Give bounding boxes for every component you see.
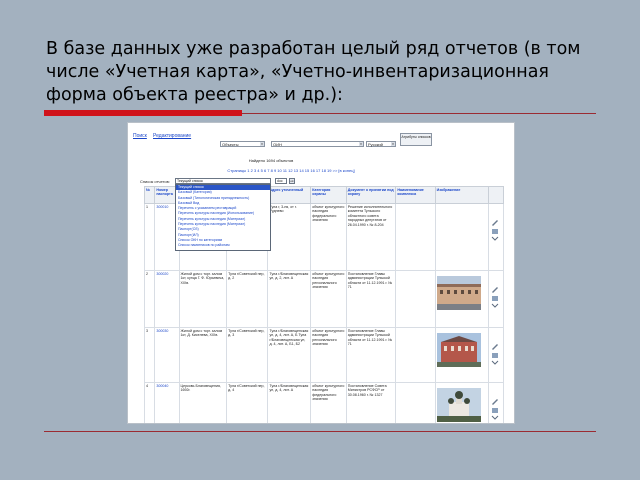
cell-complex bbox=[395, 203, 436, 271]
cell-image bbox=[434, 327, 490, 383]
edit-icon[interactable] bbox=[491, 286, 499, 308]
cell-addr2: Тула г, 3-ня, от г. Руднево bbox=[267, 203, 312, 271]
col-num[interactable]: № bbox=[143, 186, 156, 204]
cell-document: Постановление Главы администрации Тульск… bbox=[345, 327, 397, 383]
cell-id[interactable]: 300020 bbox=[154, 270, 180, 328]
cell-document: Решение исполнительного комитета Тульско… bbox=[345, 203, 397, 271]
search-link[interactable]: Поиск bbox=[133, 133, 147, 139]
cell-actions bbox=[488, 270, 504, 328]
cell-name: Жилой дом с торг. залом 1кт, купца Г. Ф.… bbox=[178, 270, 228, 328]
found-count: Найдено 1694 объектов bbox=[248, 158, 294, 163]
cell-num: 1 bbox=[143, 203, 156, 271]
col-actions bbox=[488, 186, 504, 204]
table-row: 3 300030 Жилой дом с торг. залом 1кт, Д.… bbox=[143, 327, 504, 383]
language-select[interactable]: Русский ▾ bbox=[366, 141, 396, 147]
edit-link[interactable]: Редактирование bbox=[153, 133, 191, 139]
cell-complex bbox=[395, 327, 436, 383]
bottom-divider bbox=[44, 431, 596, 432]
edit-icon[interactable] bbox=[491, 219, 499, 241]
cell-addr2: Тула г/Благовещенская ул, д. 4, лит. А bbox=[267, 382, 312, 423]
col-addr2[interactable]: Адрес уточненный bbox=[267, 186, 312, 204]
cell-image bbox=[434, 203, 490, 271]
chevron-down-icon: ▾ bbox=[391, 142, 395, 146]
cell-actions bbox=[488, 327, 504, 383]
cell-actions bbox=[488, 382, 504, 423]
cell-num: 2 bbox=[143, 270, 156, 328]
region-select[interactable]: ОИН ▾ bbox=[271, 141, 364, 147]
col-complex[interactable]: Наименование комплекса bbox=[395, 186, 436, 204]
edit-icon[interactable] bbox=[491, 398, 499, 420]
toolbar: Поиск Редактирование Объекты ▾ ОИН ▾ bbox=[128, 129, 514, 147]
database-screenshot: Поиск Редактирование Объекты ▾ ОИН ▾ Русск… bbox=[127, 122, 515, 424]
report-dropdown: Текущий список Базовый (Категория) Базов… bbox=[175, 184, 271, 251]
cell-category: объект культурного наследия региональног… bbox=[310, 270, 347, 328]
slide-heading: В базе данных уже разработан целый ряд о… bbox=[46, 39, 581, 105]
col-category[interactable]: Категория охраны bbox=[310, 186, 347, 204]
top-divider bbox=[242, 113, 596, 114]
cell-complex bbox=[395, 382, 436, 423]
cell-category: объект культурного наследия федерального… bbox=[310, 382, 347, 423]
cell-category: объект культурного наследия федерального… bbox=[310, 203, 347, 271]
cell-addr: Тула г/Советский пер, д. 2 bbox=[226, 270, 269, 328]
cell-id[interactable]: 300030 bbox=[154, 327, 180, 383]
table-row: 2 300020 Жилой дом с торг. залом 1кт, ку… bbox=[143, 270, 504, 328]
edit-icon[interactable] bbox=[491, 343, 499, 365]
pagination[interactable]: Страницы 1 2 3 4 5 6 7 8 9 10 11 12 13 1… bbox=[128, 168, 454, 173]
cell-document: Постановление Совета Министров РСФСР от … bbox=[345, 382, 397, 423]
format-select[interactable]: doc bbox=[275, 178, 287, 184]
object-select[interactable]: Объекты ▾ bbox=[220, 141, 265, 147]
chevron-down-icon: ▾ bbox=[359, 142, 363, 146]
go-button[interactable]: ok bbox=[289, 178, 295, 184]
cell-name: Церковь Благовещения, 1692г. bbox=[178, 382, 228, 423]
reports-label: Список отчетов: bbox=[140, 179, 170, 184]
cell-complex bbox=[395, 270, 436, 328]
cell-actions bbox=[488, 203, 504, 271]
cell-addr: Тула г/Советский пер, д. 4 bbox=[226, 382, 269, 423]
chevron-down-icon: ▾ bbox=[260, 142, 264, 146]
cell-id[interactable]: 300040 bbox=[154, 382, 180, 423]
cell-name: Жилой дом с торг. залом 1кт, Д. Киселева… bbox=[178, 327, 228, 383]
col-image[interactable]: Изображение bbox=[434, 186, 490, 204]
cell-addr2: Тула г/Благовещенская ул, д. 4, лит. А, … bbox=[267, 327, 312, 383]
table-row: 4 300040 Церковь Благовещения, 1692г. Ту… bbox=[143, 382, 504, 423]
col-document[interactable]: Документ о принятии под охрану bbox=[345, 186, 397, 204]
church-photo[interactable] bbox=[436, 388, 481, 422]
building-photo[interactable] bbox=[436, 333, 481, 367]
accent-rule bbox=[44, 110, 242, 116]
cell-document: Постановление Главы администрации Тульск… bbox=[345, 270, 397, 328]
cell-addr: Тула г/Советский пер, д. 3 bbox=[226, 327, 269, 383]
attributes-button[interactable]: Атрибуты списков bbox=[400, 133, 432, 146]
building-photo[interactable] bbox=[436, 276, 481, 310]
dropdown-item[interactable]: Список памятников по районам bbox=[176, 243, 270, 248]
cell-num: 4 bbox=[143, 382, 156, 423]
cell-category: объект культурного наследия региональног… bbox=[310, 327, 347, 383]
cell-num: 3 bbox=[143, 327, 156, 383]
cell-addr2: Тула г/Благовещенская ул, д. 2, лит. А bbox=[267, 270, 312, 328]
cell-image bbox=[434, 270, 490, 328]
cell-image bbox=[434, 382, 490, 423]
